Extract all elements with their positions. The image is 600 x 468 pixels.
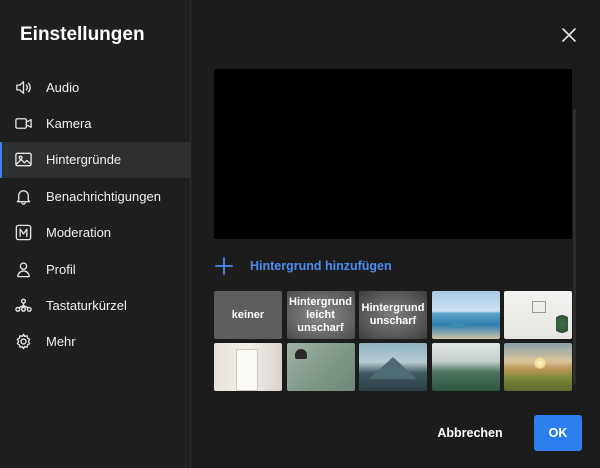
close-icon bbox=[562, 28, 576, 42]
sidebar-item-label: Audio bbox=[46, 79, 80, 95]
background-tile-label: Hintergrund leicht unscharf bbox=[289, 295, 352, 334]
wall-frame bbox=[532, 301, 546, 313]
sidebar-item-label: Mehr bbox=[46, 334, 76, 350]
ok-button[interactable]: OK bbox=[534, 415, 582, 451]
lamp bbox=[294, 349, 307, 359]
shortcuts-icon bbox=[13, 296, 33, 316]
person-icon bbox=[13, 259, 33, 279]
background-tile-mountain[interactable] bbox=[359, 343, 427, 391]
background-grid: keiner Hintergrund leicht unscharf Hinte… bbox=[214, 291, 572, 391]
sidebar-item-profil[interactable]: Profil bbox=[0, 251, 191, 287]
background-tile-label: keiner bbox=[231, 308, 265, 321]
settings-content: Hintergrund hinzufügen keiner Hintergrun… bbox=[192, 0, 600, 468]
speaker-icon bbox=[13, 77, 33, 97]
background-tile-slight-blur[interactable]: Hintergrund leicht unscharf bbox=[286, 291, 355, 339]
background-tile-green-wall[interactable] bbox=[286, 343, 355, 391]
doorway bbox=[236, 349, 258, 391]
background-tile-doorway[interactable] bbox=[214, 343, 282, 391]
sidebar-item-hintergruende[interactable]: Hintergründe bbox=[0, 141, 191, 179]
sidebar-item-benachrichtigungen[interactable]: Benachrichtigungen bbox=[0, 178, 191, 214]
background-tile-none[interactable]: keiner bbox=[214, 291, 282, 339]
background-tile-forest[interactable] bbox=[431, 343, 500, 391]
bell-icon bbox=[13, 186, 33, 206]
camera-preview bbox=[214, 69, 572, 239]
sidebar-item-audio[interactable]: Audio bbox=[0, 69, 191, 105]
background-tile-room[interactable] bbox=[504, 291, 572, 339]
sidebar-item-label: Tastaturkürzel bbox=[46, 298, 127, 314]
sidebar-item-label: Kamera bbox=[46, 116, 92, 132]
scrollbar-thumb[interactable] bbox=[573, 109, 576, 384]
add-background-button[interactable]: Hintergrund hinzufügen bbox=[214, 255, 392, 277]
sidebar-item-label: Moderation bbox=[46, 225, 112, 241]
add-background-label: Hintergrund hinzufügen bbox=[250, 259, 392, 273]
settings-nav: Audio Kamera Hintergründe Benachrichtigu… bbox=[0, 69, 191, 360]
dialog-title: Einstellungen bbox=[20, 24, 145, 45]
background-tile-blur[interactable]: Hintergrund unscharf bbox=[359, 291, 427, 339]
moderation-icon bbox=[13, 223, 33, 243]
mountain-peak bbox=[369, 357, 417, 379]
plus-icon bbox=[215, 257, 233, 275]
scrollbar[interactable] bbox=[573, 69, 577, 389]
image-icon bbox=[13, 150, 33, 170]
sidebar-item-label: Hintergründe bbox=[46, 152, 122, 168]
sidebar-item-label: Profil bbox=[46, 261, 76, 277]
sidebar-item-kamera[interactable]: Kamera bbox=[0, 105, 191, 141]
settings-sidebar: Einstellungen Audio Kamera Hintergründe … bbox=[0, 0, 191, 468]
gear-icon bbox=[13, 332, 33, 352]
close-button[interactable] bbox=[559, 25, 579, 45]
cancel-button[interactable]: Abbrechen bbox=[422, 415, 518, 451]
background-tile-beach[interactable] bbox=[431, 291, 500, 339]
beach-chair bbox=[448, 323, 465, 328]
background-tile-sunset[interactable] bbox=[504, 343, 572, 391]
plant bbox=[556, 313, 568, 335]
sidebar-item-moderation[interactable]: Moderation bbox=[0, 215, 191, 251]
camera-icon bbox=[13, 114, 33, 134]
background-tile-label: Hintergrund unscharf bbox=[361, 302, 425, 327]
sidebar-item-label: Benachrichtigungen bbox=[46, 188, 161, 204]
sidebar-item-mehr[interactable]: Mehr bbox=[0, 324, 191, 360]
sidebar-item-tastaturkuerzel[interactable]: Tastaturkürzel bbox=[0, 287, 191, 323]
sun bbox=[534, 357, 546, 369]
